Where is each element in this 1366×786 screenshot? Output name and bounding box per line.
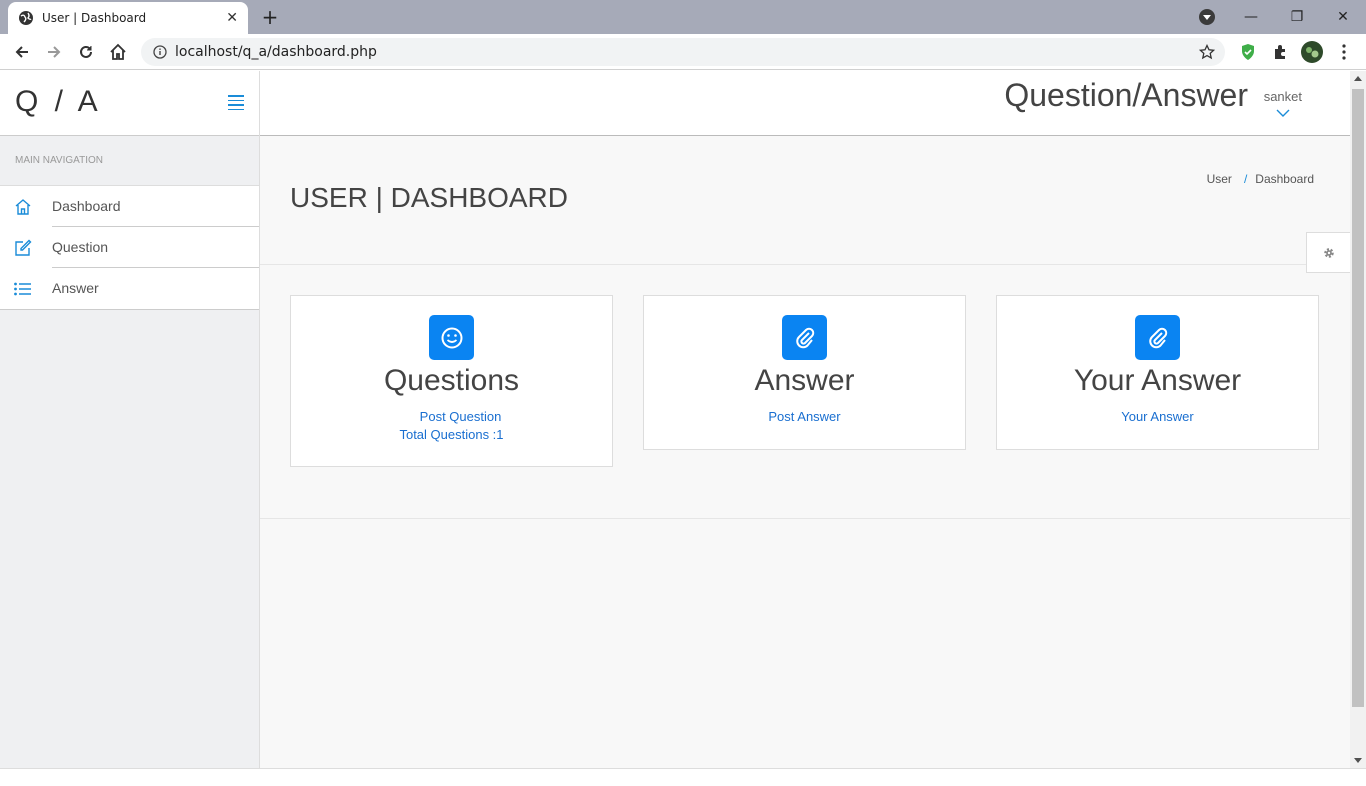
sidebar-item-question[interactable]: Question: [0, 227, 259, 268]
smile-icon: [429, 315, 474, 360]
reload-icon: [80, 45, 92, 58]
minimize-button[interactable]: —: [1228, 9, 1274, 25]
reload-button[interactable]: [74, 40, 98, 64]
card-title: Your Answer: [1073, 364, 1242, 397]
paperclip-icon: [1135, 315, 1180, 360]
breadcrumb-separator: /: [1243, 172, 1248, 186]
forward-arrow-icon: [48, 46, 61, 58]
profile-avatar-icon[interactable]: [1301, 41, 1323, 63]
logo[interactable]: Q / A: [15, 85, 102, 119]
chevron-down-icon: [1276, 109, 1290, 117]
nav-header: MAIN NAVIGATION: [0, 136, 259, 186]
app: Q / A MAIN NAVIGATION Dashboard Question: [0, 71, 1366, 768]
home-icon: [0, 198, 52, 216]
answer-card: Answer Post Answer: [643, 295, 966, 450]
paperclip-icon: [782, 315, 827, 360]
shield-extension-icon[interactable]: [1237, 41, 1259, 63]
sidebar-item-label: Question: [52, 227, 259, 268]
card-title: Questions: [383, 364, 520, 397]
sidebar: Q / A MAIN NAVIGATION Dashboard Question: [0, 71, 260, 768]
new-tab-button[interactable]: +: [258, 5, 282, 29]
scroll-down-icon[interactable]: [1354, 758, 1362, 763]
browser-tab[interactable]: User | Dashboard ✕: [8, 2, 248, 34]
url-text: localhost/q_a/dashboard.php: [175, 44, 377, 60]
user-menu[interactable]: sanket: [1264, 89, 1302, 122]
gear-icon: [1323, 247, 1334, 258]
home-button[interactable]: [106, 40, 130, 64]
sidebar-item-label: Answer: [52, 280, 99, 296]
close-window-button[interactable]: ✕: [1320, 9, 1366, 25]
address-bar[interactable]: localhost/q_a/dashboard.php: [141, 38, 1225, 66]
tab-title: User | Dashboard: [42, 11, 147, 25]
edit-icon: [0, 239, 52, 257]
tab-close-icon[interactable]: ✕: [226, 10, 238, 26]
post-answer-link[interactable]: Post Answer: [644, 408, 965, 426]
main-content: Question/Answer sanket USER | DASHBOARD …: [260, 71, 1350, 768]
bookmark-star-icon: [1199, 44, 1215, 60]
page-title: USER | DASHBOARD: [290, 182, 568, 213]
home-icon: [110, 43, 126, 60]
browser-tab-bar: User | Dashboard ✕ + — ❐ ✕: [0, 0, 1366, 34]
globe-icon: [18, 10, 34, 26]
brand-area: Q / A: [0, 71, 259, 136]
questions-card: Questions Post Question Total Questions …: [290, 295, 613, 467]
bottom-strip: [0, 768, 1366, 786]
sidebar-item-label: Dashboard: [52, 186, 259, 227]
menu-toggle-icon[interactable]: [228, 95, 244, 110]
card-title: Answer: [754, 364, 855, 397]
dashboard-cards: Questions Post Question Total Questions …: [260, 265, 1350, 519]
scroll-up-icon[interactable]: [1354, 76, 1362, 81]
scroll-thumb[interactable]: [1352, 89, 1364, 707]
restore-button[interactable]: ❐: [1274, 9, 1320, 25]
browser-menu-icon[interactable]: [1333, 41, 1355, 63]
user-name: sanket: [1263, 89, 1302, 104]
app-title: Question/Answer: [1004, 77, 1248, 113]
top-bar: Question/Answer sanket: [260, 71, 1350, 136]
your-answer-card: Your Answer Your Answer: [996, 295, 1319, 450]
page-header: USER | DASHBOARD User / Dashboard: [260, 136, 1350, 273]
list-icon: [0, 282, 52, 296]
breadcrumb-user[interactable]: User: [1207, 172, 1232, 186]
tab-search-icon[interactable]: [1199, 9, 1215, 25]
breadcrumb-dashboard: Dashboard: [1255, 172, 1314, 186]
sidebar-item-dashboard[interactable]: Dashboard: [0, 186, 259, 227]
post-question-link[interactable]: Post Question: [291, 408, 612, 426]
page-scrollbar[interactable]: [1350, 71, 1366, 768]
back-arrow-icon: [15, 46, 28, 58]
back-button[interactable]: [10, 40, 34, 64]
your-answer-link[interactable]: Your Answer: [997, 408, 1318, 426]
total-questions-link[interactable]: Total Questions :1: [291, 426, 612, 444]
puzzle-extensions-icon[interactable]: [1269, 41, 1291, 63]
breadcrumb: User / Dashboard: [1207, 172, 1314, 186]
browser-toolbar: localhost/q_a/dashboard.php: [0, 34, 1366, 70]
nav-list: Dashboard Question Answer: [0, 186, 259, 310]
info-icon: [153, 45, 167, 59]
forward-button[interactable]: [42, 40, 66, 64]
sidebar-item-answer[interactable]: Answer: [0, 268, 259, 309]
